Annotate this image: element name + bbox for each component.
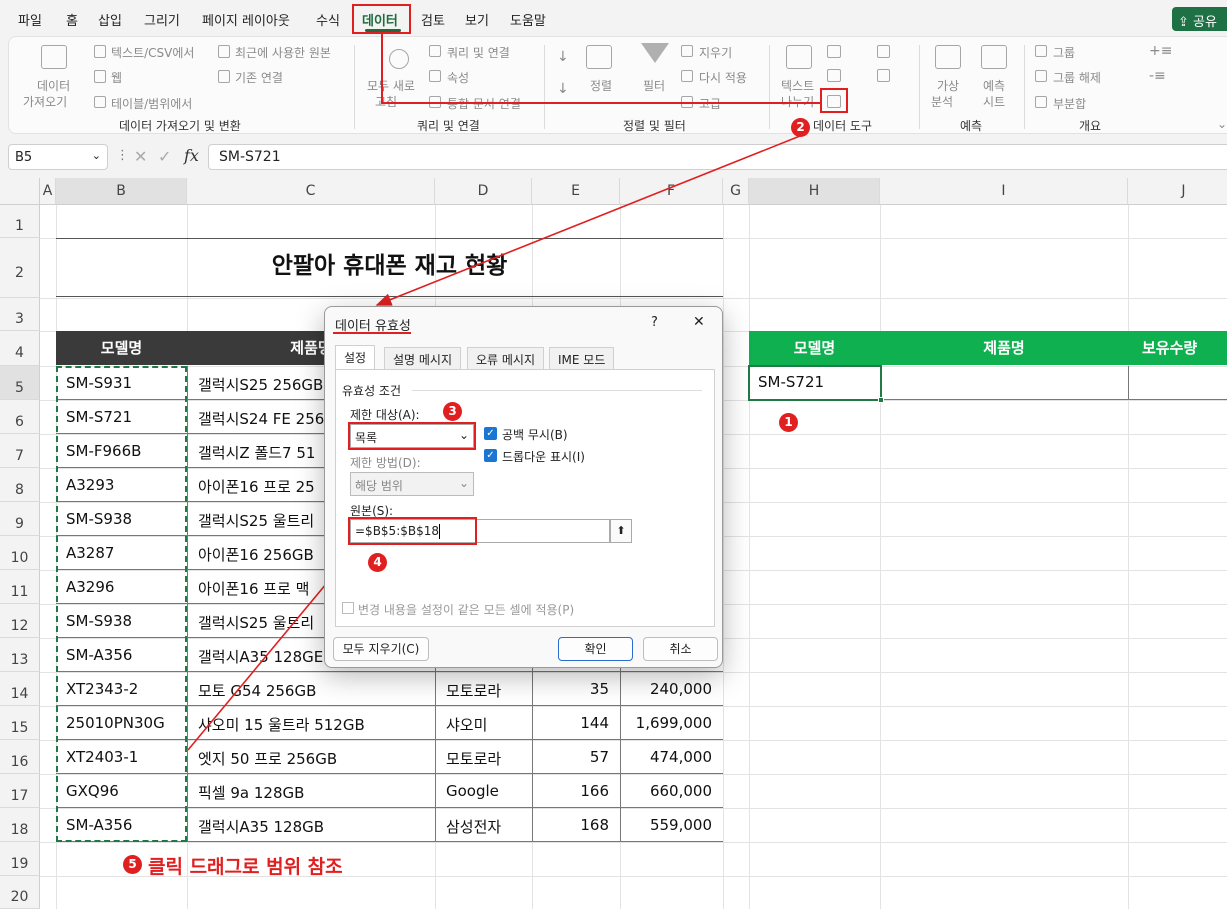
chevron-down-icon: ⌄ — [459, 476, 470, 490]
tab-ime-mode[interactable]: IME 모드 — [549, 347, 615, 369]
settings-panel: 유효성 조건 제한 대상(A): 목록 ⌄ 3 ✓ 공백 무시(B) ✓ 드롭다… — [335, 369, 715, 627]
help-button[interactable]: ? — [651, 315, 658, 330]
dropdown-label: 드롭다운 표시(I) — [502, 450, 585, 464]
data-label: 제한 방법(D): — [350, 456, 421, 470]
data-validation-dialog: 데이터 유효성 ? ✕ 설정 설명 메시지 오류 메시지 IME 모드 유효성 … — [324, 306, 723, 668]
excel-window: 파일 홈 삽입 그리기 페이지 레이아웃 수식 데이터 검토 보기 도움말 ⇪ … — [0, 0, 1227, 909]
arrow-to-dialog — [375, 133, 806, 306]
badge-4: 4 — [368, 553, 387, 572]
badge-3: 3 — [443, 402, 462, 421]
data-select[interactable]: 해당 범위 ⌄ — [350, 472, 474, 496]
tab-input-message[interactable]: 설명 메시지 — [384, 347, 462, 369]
collapse-dialog-icon[interactable]: ⬆ — [610, 519, 632, 543]
ok-button[interactable]: 확인 — [558, 637, 633, 661]
dropdown-checkbox[interactable]: ✓ — [484, 449, 497, 462]
section-line — [412, 390, 702, 391]
arrow-data-tab-to-validation — [381, 34, 820, 104]
tab-settings[interactable]: 설정 — [335, 345, 376, 369]
close-icon[interactable]: ✕ — [693, 314, 705, 330]
highlight-source — [348, 517, 477, 545]
section-validation-criteria: 유효성 조건 — [342, 384, 402, 398]
clear-all-button[interactable]: 모두 지우기(C) — [333, 637, 429, 661]
apply-all-checkbox[interactable] — [342, 602, 354, 614]
ignore-blank-label: 공백 무시(B) — [502, 428, 568, 442]
highlight-allow — [348, 422, 476, 450]
tab-error-alert[interactable]: 오류 메시지 — [467, 347, 545, 369]
allow-label: 제한 대상(A): — [350, 408, 420, 422]
apply-all-label: 변경 내용을 설정이 같은 모든 셀에 적용(P) — [358, 603, 575, 617]
title-underline — [333, 332, 411, 334]
ignore-blank-checkbox[interactable]: ✓ — [484, 427, 497, 440]
cancel-button[interactable]: 취소 — [643, 637, 718, 661]
